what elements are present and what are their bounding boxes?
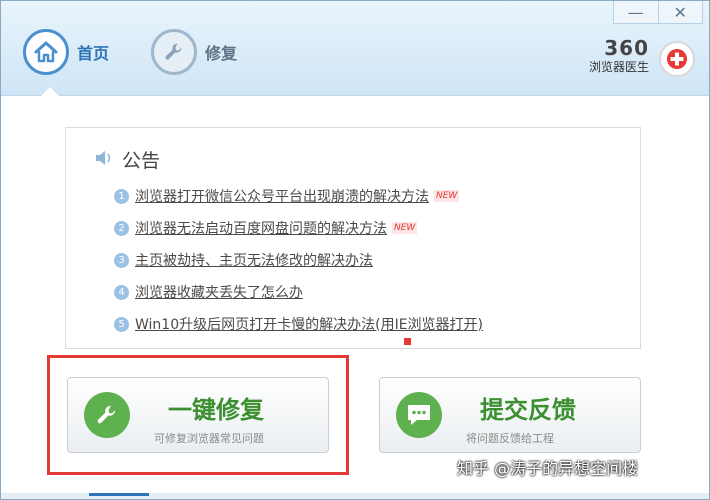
notice-panel: 公告 1 浏览器打开微信公众号平台出现崩溃的解决方法 NEW 2 浏览器无法启动… [65, 127, 641, 349]
header-bar: — ✕ 首页 修复 360 浏览器医生 [1, 1, 709, 96]
one-click-repair-button[interactable]: 一键修复 可修复浏览器常见问题 [67, 377, 329, 453]
browser-doctor-window: — ✕ 首页 修复 360 浏览器医生 公告 1 浏览器打开微信公众号平台出现崩… [0, 0, 710, 500]
notice-link[interactable]: 浏览器无法启动百度网盘问题的解决方法 [135, 218, 387, 238]
home-icon [23, 29, 69, 75]
chat-bubble-icon [396, 392, 442, 438]
notice-item[interactable]: 4 浏览器收藏夹丢失了怎么办 [114, 276, 483, 308]
nav-repair-label: 修复 [205, 44, 238, 63]
minimize-button[interactable]: — [614, 1, 658, 23]
repair-desc: 可修复浏览器常见问题 [154, 432, 264, 445]
item-number: 4 [114, 284, 129, 300]
feedback-desc: 将问题反馈给工程 [466, 432, 554, 445]
repair-title: 一键修复 [168, 396, 264, 424]
item-number: 3 [114, 252, 129, 268]
bottom-indicator [89, 493, 149, 496]
item-number: 1 [114, 188, 129, 204]
red-marker [404, 338, 411, 345]
notice-link[interactable]: 浏览器收藏夹丢失了怎么办 [135, 282, 303, 302]
brand-number: 360 [604, 36, 649, 60]
wrench-icon [151, 29, 197, 75]
notice-header: 公告 [94, 146, 160, 173]
nav-home-label: 首页 [77, 44, 110, 63]
speaker-icon [94, 149, 114, 171]
nav-tab-home[interactable]: 首页 [23, 29, 109, 75]
notice-title: 公告 [122, 150, 161, 172]
item-number: 2 [114, 220, 129, 236]
watermark: 知乎 @涛子的异想空间楼 [457, 459, 639, 478]
feedback-title: 提交反馈 [480, 396, 576, 424]
notice-link[interactable]: Win10升级后网页打开卡慢的解决办法(用IE浏览器打开) [135, 314, 483, 334]
brand: 360 浏览器医生 [589, 37, 649, 75]
item-number: 5 [114, 316, 129, 332]
bottom-bar [1, 493, 709, 499]
medical-cross-icon [659, 41, 695, 77]
new-badge: NEW [392, 222, 418, 234]
brand-subtitle: 浏览器医生 [588, 60, 649, 74]
notice-list: 1 浏览器打开微信公众号平台出现崩溃的解决方法 NEW 2 浏览器无法启动百度网… [114, 180, 483, 340]
wrench-icon [84, 392, 130, 438]
close-button[interactable]: ✕ [657, 1, 703, 23]
notice-item[interactable]: 5 Win10升级后网页打开卡慢的解决办法(用IE浏览器打开) [114, 308, 483, 340]
active-tab-indicator [41, 87, 59, 96]
new-badge: NEW [434, 190, 460, 202]
submit-feedback-button[interactable]: 提交反馈 将问题反馈给工程 [379, 377, 641, 453]
notice-link[interactable]: 主页被劫持、主页无法修改的解决办法 [135, 250, 373, 270]
notice-item[interactable]: 1 浏览器打开微信公众号平台出现崩溃的解决方法 NEW [114, 180, 483, 212]
window-controls: — ✕ [613, 1, 703, 24]
notice-item[interactable]: 2 浏览器无法启动百度网盘问题的解决方法 NEW [114, 212, 483, 244]
notice-link[interactable]: 浏览器打开微信公众号平台出现崩溃的解决方法 [135, 186, 429, 206]
nav-tab-repair[interactable]: 修复 [151, 29, 237, 75]
notice-item[interactable]: 3 主页被劫持、主页无法修改的解决办法 [114, 244, 483, 276]
